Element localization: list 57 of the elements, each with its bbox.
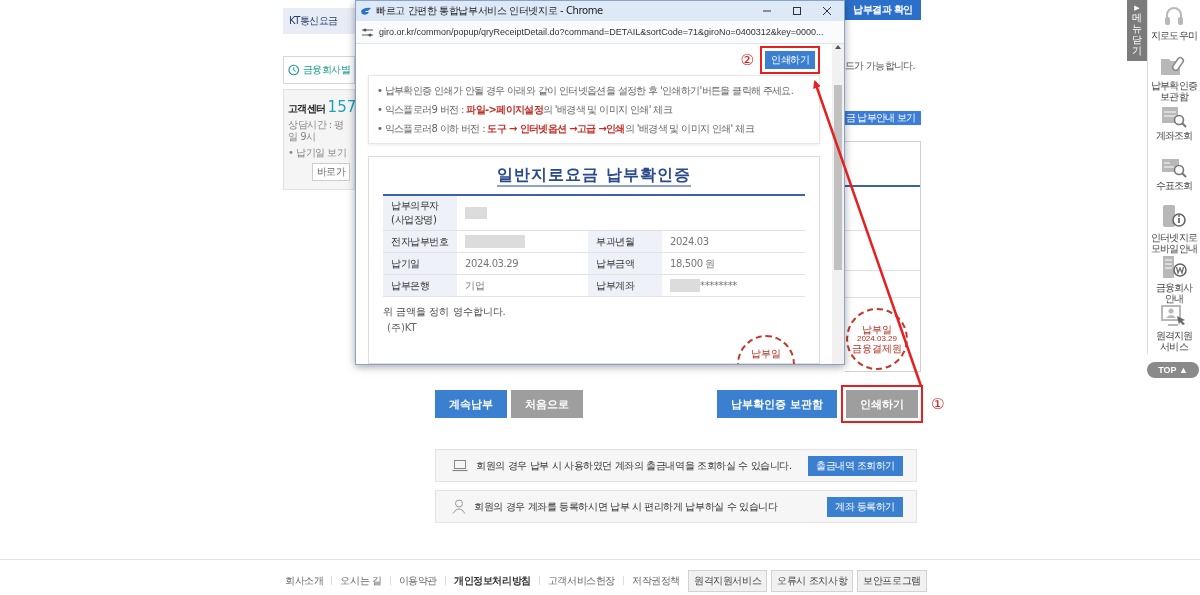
notice-text: 드가 가능합니다.: [845, 59, 917, 73]
field-value: 18,500 원: [670, 257, 716, 269]
quick-menu-item[interactable]: 수표조회: [1147, 180, 1200, 191]
field-label: 납기일: [383, 252, 457, 275]
field-label: 납부계좌: [588, 274, 663, 297]
info-button[interactable]: 계좌 등록하기: [827, 496, 903, 517]
category-tab[interactable]: KT통신요금: [283, 8, 355, 34]
footer-link[interactable]: 이용약관: [389, 576, 445, 585]
footer-link[interactable]: 오시는 길: [331, 576, 390, 585]
guide-bar[interactable]: 금 납부안내 보기: [845, 111, 921, 125]
hours-text: 상담시간 : 평일 9시: [288, 119, 345, 143]
window-title: 빠르고 간편한 통합납부서비스 인터넷지로 - Chrome: [376, 4, 604, 18]
field-value: 기업: [465, 279, 485, 291]
field-label: 납부의무자 (사업장명): [383, 195, 457, 231]
result-tab[interactable]: 납부결과 확인: [845, 0, 921, 20]
notice-line: • 익스플로러9 버전 : 파일->페이지설정의 '배경색 및 이미지 인쇄' 체크: [377, 103, 673, 117]
info-text: 회원의 경우 납부 시 사용하였던 계좌의 출금내역을 조회하실 수 있습니다.: [476, 458, 793, 473]
quick-menu-item[interactable]: 납부확인증 보관함: [1147, 80, 1200, 102]
field-value: ********: [700, 279, 737, 291]
notice-line: • 익스플로러8 이하 버전 : 도구 → 인터넷옵션 →고급 →인쇄의 '배경색 및 이미지 인쇄' 체크: [377, 122, 755, 136]
field-label: 납부은행: [383, 274, 457, 297]
center-label: 고객센터: [288, 102, 326, 116]
phone-number: 157: [327, 98, 357, 116]
receipt-text: 위 금액을 정히 영수합니다.: [383, 305, 507, 319]
footer-link[interactable]: 회사소개: [283, 576, 332, 585]
quick-menu-item[interactable]: 계좌조회: [1147, 130, 1200, 141]
field-value: 2024.03: [670, 236, 709, 247]
stamp: 납부일: [737, 335, 795, 364]
quick-menu-item[interactable]: 금융회사 안내: [1147, 282, 1200, 304]
field-label: 납부금액: [588, 252, 663, 275]
field-label: 부과년월: [588, 230, 663, 253]
field-label: 전자납부번호: [383, 230, 457, 253]
certificate-title: 일반지로요금 납부확인증: [497, 165, 691, 187]
shortcut-button[interactable]: 바로가: [311, 163, 350, 181]
address-bar[interactable]: giro.or.kr/common/popup/qryReceiptDetail.do?command=DETAIL&sortCode=71&giroNo=0400312&key=0000...: [356, 21, 844, 44]
quick-menu-item[interactable]: 지로도우미: [1147, 30, 1200, 41]
field-value: 2024.03.29: [465, 258, 519, 269]
primary-button[interactable]: 계속납부: [435, 390, 507, 418]
info-button[interactable]: 출금내역 조회하기: [808, 455, 903, 476]
footer-link[interactable]: 고객서비스헌장: [538, 576, 623, 585]
footer-button[interactable]: 원격지원서비스: [688, 569, 768, 592]
issuer-text: (주)KT: [387, 321, 418, 335]
top-button[interactable]: TOP ▲: [1147, 362, 1199, 378]
quick-menu-item[interactable]: 원격지원 서비스: [1147, 330, 1200, 352]
notice-label: 금융회사별: [302, 63, 350, 77]
footer-button[interactable]: 오류시 조치사항: [771, 569, 854, 592]
step-number: ①: [931, 396, 945, 412]
notice-line: • 납부확인증 인쇄가 안될 경우 아래와 같이 인터넷옵션을 설정한 후 '인쇄하기'버튼을 클릭해 주세요.: [377, 84, 795, 98]
print-button[interactable]: 인쇄하기: [765, 50, 815, 69]
step-number: ②: [740, 52, 754, 67]
footer-button[interactable]: 보안프로그램: [857, 569, 927, 592]
due-date-link[interactable]: • 납기일 보기: [288, 146, 350, 160]
quick-menu-item[interactable]: 인터넷지로 모바일안내: [1147, 232, 1200, 254]
info-text: 회원의 경우 계좌를 등록하시면 납부 시 편리하게 납부하실 수 있습니다: [474, 499, 779, 514]
primary-button[interactable]: 납부확인증 보관함: [717, 390, 837, 418]
stamp: 납부일 2024.03.29 금융결제원: [846, 308, 908, 370]
footer-link[interactable]: 개인정보처리방침: [445, 576, 539, 585]
